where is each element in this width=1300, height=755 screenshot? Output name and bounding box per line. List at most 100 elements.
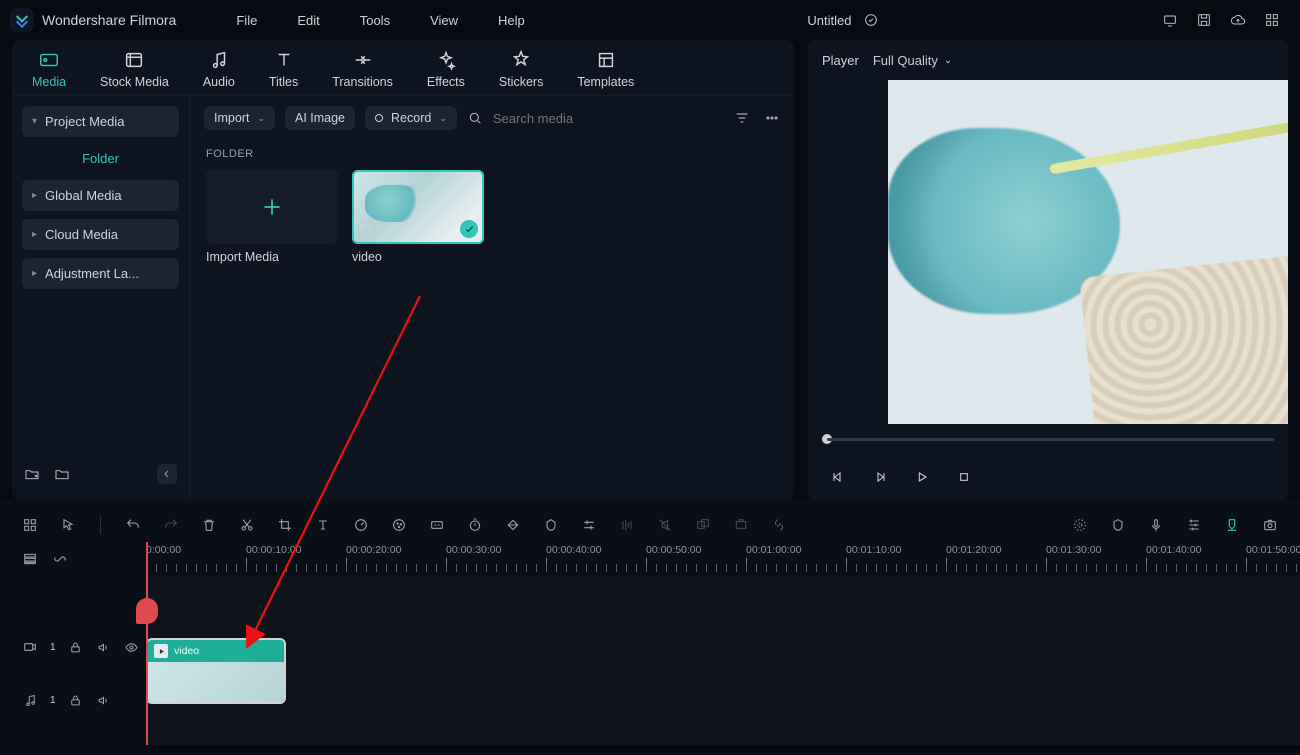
quality-label: Full Quality — [873, 53, 938, 68]
filter-icon[interactable] — [734, 110, 750, 126]
caption-icon[interactable] — [429, 517, 445, 533]
cloud-sync-icon[interactable] — [863, 12, 879, 28]
preview-viewport[interactable] — [888, 80, 1288, 424]
sidebar-item-adjustment-layer[interactable]: ▸Adjustment La... — [22, 258, 179, 289]
marker-shield-icon[interactable] — [1110, 517, 1126, 533]
render-icon[interactable] — [733, 517, 749, 533]
tab-audio[interactable]: Audio — [203, 49, 235, 95]
timeline-clip-video[interactable]: video — [146, 638, 286, 704]
menu-tools[interactable]: Tools — [360, 13, 390, 28]
cut-icon[interactable] — [239, 517, 255, 533]
playhead-grip[interactable] — [136, 598, 158, 624]
pointer-icon[interactable] — [60, 517, 76, 533]
player-panel: Player Full Quality⌄ — [808, 40, 1288, 500]
visibility-icon[interactable] — [124, 639, 140, 655]
import-button[interactable]: Import ⌄ — [204, 106, 275, 130]
chevron-down-icon: ⌄ — [944, 55, 952, 66]
sidebar-item-cloud-media[interactable]: ▸Cloud Media — [22, 219, 179, 250]
collapse-sidebar-button[interactable] — [157, 464, 177, 484]
menu-help[interactable]: Help — [498, 13, 525, 28]
chevron-down-icon: ⌄ — [257, 113, 265, 124]
tab-transitions[interactable]: Transitions — [332, 49, 393, 95]
timer-icon[interactable] — [467, 517, 483, 533]
auto-reframe-icon[interactable] — [1072, 517, 1088, 533]
ai-image-button[interactable]: AI Image — [285, 106, 355, 130]
play-button[interactable] — [914, 469, 930, 485]
new-folder-icon[interactable] — [24, 466, 40, 482]
timeline-tracks[interactable]: video — [146, 576, 1300, 745]
delete-icon[interactable] — [201, 517, 217, 533]
sidebar-project-media-label: Project Media — [45, 114, 124, 129]
speed-icon[interactable] — [353, 517, 369, 533]
layout-grid-icon[interactable] — [1264, 12, 1280, 28]
time-ruler[interactable]: 0:00:00 00:00:10:00 00:00:20:00 00:00:30… — [146, 542, 1300, 576]
crop-icon[interactable] — [277, 517, 293, 533]
keyframe-icon[interactable] — [505, 517, 521, 533]
adjust-icon[interactable] — [581, 517, 597, 533]
record-label: Record — [391, 111, 431, 125]
undo-icon[interactable] — [125, 517, 141, 533]
detach-audio-icon[interactable] — [657, 517, 673, 533]
sidebar-item-label: Cloud Media — [45, 227, 118, 242]
menu-file[interactable]: File — [236, 13, 257, 28]
tab-titles[interactable]: Titles — [269, 49, 298, 95]
quality-select[interactable]: Full Quality ⌄ — [873, 53, 952, 68]
menu-edit[interactable]: Edit — [297, 13, 319, 28]
ruler-label: 00:00:40:00 — [546, 544, 601, 556]
stop-button[interactable] — [956, 469, 972, 485]
lock-icon[interactable] — [68, 639, 84, 655]
cloud-upload-icon[interactable] — [1230, 12, 1246, 28]
color-icon[interactable] — [391, 517, 407, 533]
tab-audio-label: Audio — [203, 75, 235, 89]
record-icon — [375, 114, 383, 122]
tab-media[interactable]: Media — [32, 49, 66, 95]
scrub-bar[interactable] — [808, 424, 1288, 454]
ruler-label: 00:00:30:00 — [446, 544, 501, 556]
lock-icon[interactable] — [68, 692, 84, 708]
track-manager-icon[interactable] — [22, 551, 38, 567]
mask-icon[interactable] — [543, 517, 559, 533]
mixer-icon[interactable] — [1186, 517, 1202, 533]
ai-image-label: AI Image — [295, 111, 345, 125]
tab-stickers-label: Stickers — [499, 75, 543, 89]
link-icon[interactable] — [771, 517, 787, 533]
ruler-label: 00:00:10:00 — [246, 544, 301, 556]
sidebar-project-media[interactable]: ▾Project Media — [22, 106, 179, 137]
magnet-icon[interactable] — [52, 551, 68, 567]
ruler-label: 00:00:50:00 — [646, 544, 701, 556]
voiceover-icon[interactable] — [1148, 517, 1164, 533]
tab-stickers[interactable]: Stickers — [499, 49, 543, 95]
more-icon[interactable] — [764, 110, 780, 126]
tab-stock-media[interactable]: Stock Media — [100, 49, 169, 95]
group-icon[interactable] — [695, 517, 711, 533]
screen-icon[interactable] — [1162, 12, 1178, 28]
snapshot-icon[interactable] — [1262, 517, 1278, 533]
prev-frame-button[interactable] — [830, 469, 846, 485]
save-icon[interactable] — [1196, 12, 1212, 28]
record-button[interactable]: Record⌄ — [365, 106, 457, 130]
sidebar-item-global-media[interactable]: ▸Global Media — [22, 180, 179, 211]
audio-icon — [208, 49, 230, 71]
tab-templates[interactable]: Templates — [577, 49, 634, 95]
import-media-tile[interactable]: Import Media — [206, 170, 338, 264]
transitions-icon — [352, 49, 374, 71]
sidebar-folder-label[interactable]: Folder — [22, 145, 179, 172]
mute-icon[interactable] — [96, 639, 112, 655]
tab-effects[interactable]: Effects — [427, 49, 465, 95]
playhead[interactable] — [146, 542, 148, 745]
audio-mix-icon[interactable] — [619, 517, 635, 533]
search-input[interactable] — [493, 111, 693, 126]
folder-icon[interactable] — [54, 466, 70, 482]
redo-icon[interactable] — [163, 517, 179, 533]
menu-view[interactable]: View — [430, 13, 458, 28]
marker-icon[interactable] — [1224, 517, 1240, 533]
arrange-icon[interactable] — [22, 517, 38, 533]
import-label: Import — [214, 111, 249, 125]
tab-stock-label: Stock Media — [100, 75, 169, 89]
next-frame-button[interactable] — [872, 469, 888, 485]
mute-icon[interactable] — [96, 692, 112, 708]
timeline-panel: 0:00:00 00:00:10:00 00:00:20:00 00:00:30… — [0, 500, 1300, 745]
clip-label: video — [174, 645, 199, 657]
media-folder-video[interactable]: video — [352, 170, 484, 264]
text-icon[interactable] — [315, 517, 331, 533]
